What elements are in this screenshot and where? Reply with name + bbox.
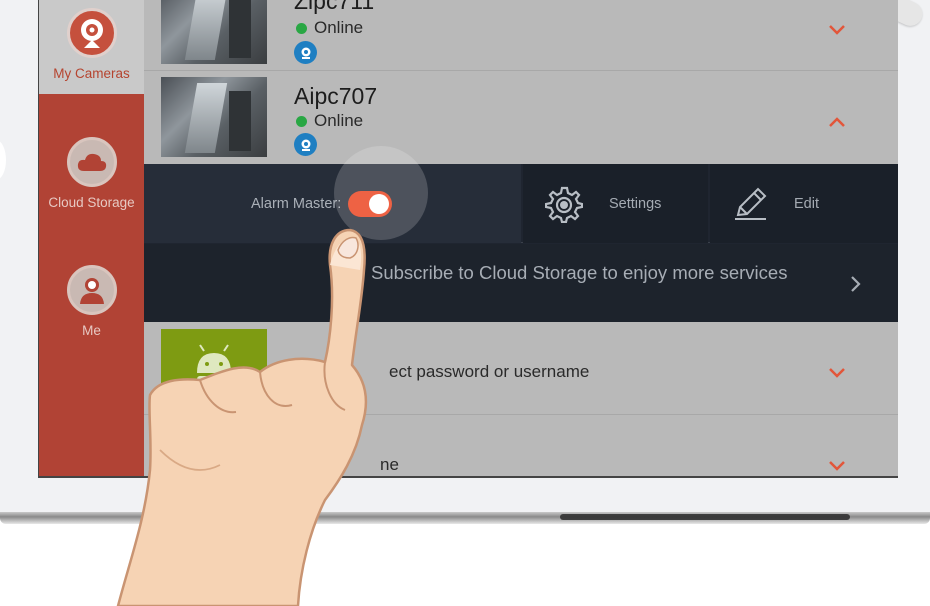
android-icon <box>197 344 231 406</box>
camera-status: Online <box>296 18 363 38</box>
camera-name: Aipc707 <box>294 83 378 109</box>
camera-thumbnail <box>161 0 267 64</box>
edit-button[interactable]: Edit <box>710 164 898 243</box>
camera-row[interactable]: ne <box>144 415 898 476</box>
settings-label: Settings <box>609 195 662 212</box>
camera-name: Zipc711 <box>294 0 375 14</box>
pencil-icon <box>735 187 767 220</box>
cloud-icon <box>66 137 117 187</box>
chevron-down-icon[interactable] <box>828 24 846 36</box>
alarm-master-control: Alarm Master: <box>144 146 521 243</box>
user-icon <box>66 265 117 315</box>
tablet-edge <box>0 512 930 524</box>
gear-icon <box>545 186 583 223</box>
camera-type-icon <box>294 133 317 156</box>
camera-action-panel: Alarm Master: Settings Edit Subscribe to… <box>144 146 898 322</box>
camera-status: Online <box>296 111 363 131</box>
status-text: ect password or username <box>389 362 590 381</box>
app-screen: My Cameras Cloud Storage Me Zipc711 Onli… <box>38 0 898 478</box>
chevron-down-icon[interactable] <box>828 367 846 379</box>
sidebar-item-cloud-storage[interactable]: Cloud Storage <box>39 137 144 210</box>
camera-list: Zipc711 Online Aipc707 Online Alarm Mast… <box>144 0 898 476</box>
status-text: Online <box>314 111 364 130</box>
settings-button[interactable]: Settings <box>523 164 708 243</box>
online-dot-icon <box>296 115 307 127</box>
camera-status-text: ect password or username <box>389 362 589 382</box>
chevron-down-icon[interactable] <box>828 460 846 472</box>
alarm-master-label: Alarm Master: <box>251 195 342 212</box>
edit-label: Edit <box>794 195 819 212</box>
android-thumbnail <box>161 329 267 417</box>
camera-thumbnail <box>161 77 267 157</box>
sidebar-item-my-cameras[interactable]: My Cameras <box>39 0 144 94</box>
panel-actions: Alarm Master: Settings Edit <box>144 146 898 243</box>
chevron-up-icon[interactable] <box>828 116 846 128</box>
status-text: ne <box>380 455 399 474</box>
camera-row[interactable]: Aipc707 Online <box>144 71 898 164</box>
subscribe-text: Subscribe to Cloud Storage to enjoy more… <box>371 262 788 283</box>
sidebar-item-label: My Cameras <box>53 66 130 81</box>
sidebar-item-label: Cloud Storage <box>48 195 135 210</box>
subscribe-cloud-banner[interactable]: Subscribe to Cloud Storage to enjoy more… <box>144 244 898 322</box>
webcam-icon <box>66 8 117 58</box>
chevron-right-icon <box>851 276 861 292</box>
camera-type-icon <box>294 41 317 64</box>
sidebar-item-me[interactable]: Me <box>39 265 144 338</box>
sidebar: My Cameras Cloud Storage Me <box>39 0 144 476</box>
alarm-master-toggle[interactable] <box>348 190 393 217</box>
status-text: Online <box>314 18 364 37</box>
online-dot-icon <box>296 22 307 34</box>
camera-row[interactable]: Zipc711 Online <box>144 0 898 71</box>
sidebar-item-label: Me <box>82 323 101 338</box>
toggle-knob <box>369 193 390 214</box>
camera-row[interactable]: ect password or username <box>144 322 898 417</box>
camera-status-text: ne <box>380 455 399 475</box>
